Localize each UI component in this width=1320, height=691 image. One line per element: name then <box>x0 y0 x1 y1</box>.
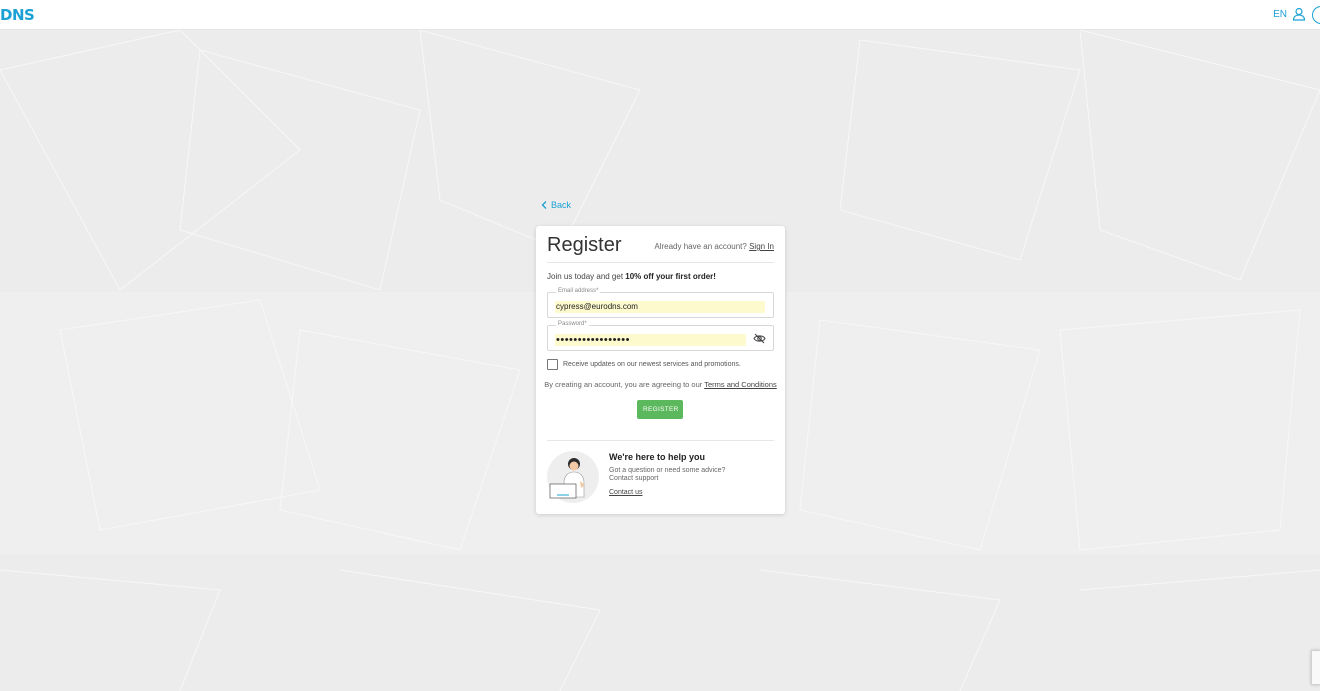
divider <box>547 440 774 441</box>
language-selector[interactable]: EN <box>1273 9 1287 20</box>
contact-us-link[interactable]: Contact us <box>609 489 642 496</box>
user-icon[interactable] <box>1292 7 1306 21</box>
chevron-left-icon <box>541 201 547 209</box>
support-agent-illustration <box>547 451 599 503</box>
newsletter-row: Receive updates on our newest services a… <box>547 359 741 370</box>
terms-prefix: By creating an account, you are agreeing… <box>544 380 705 389</box>
top-navigation-bar: DNS EN <box>0 0 1320 30</box>
eurodns-logo[interactable]: DNS <box>0 6 35 24</box>
cart-button[interactable] <box>1312 6 1320 24</box>
back-link[interactable]: Back <box>541 200 571 210</box>
newsletter-checkbox[interactable] <box>547 359 558 370</box>
back-label: Back <box>551 200 572 210</box>
newsletter-label[interactable]: Receive updates on our newest services a… <box>563 361 741 368</box>
terms-text: By creating an account, you are agreeing… <box>536 380 785 389</box>
help-text: Got a question or need some advice? Cont… <box>609 467 759 483</box>
terms-link[interactable]: Terms and Conditions <box>704 380 777 389</box>
card-body: Receive updates on our newest services a… <box>536 226 785 514</box>
help-line-2: Contact support <box>609 475 659 482</box>
register-button[interactable]: REGISTER <box>637 400 683 419</box>
help-title: We're here to help you <box>609 452 705 462</box>
help-line-1: Got a question or need some advice? <box>609 467 726 474</box>
recaptcha-badge[interactable] <box>1311 650 1320 685</box>
